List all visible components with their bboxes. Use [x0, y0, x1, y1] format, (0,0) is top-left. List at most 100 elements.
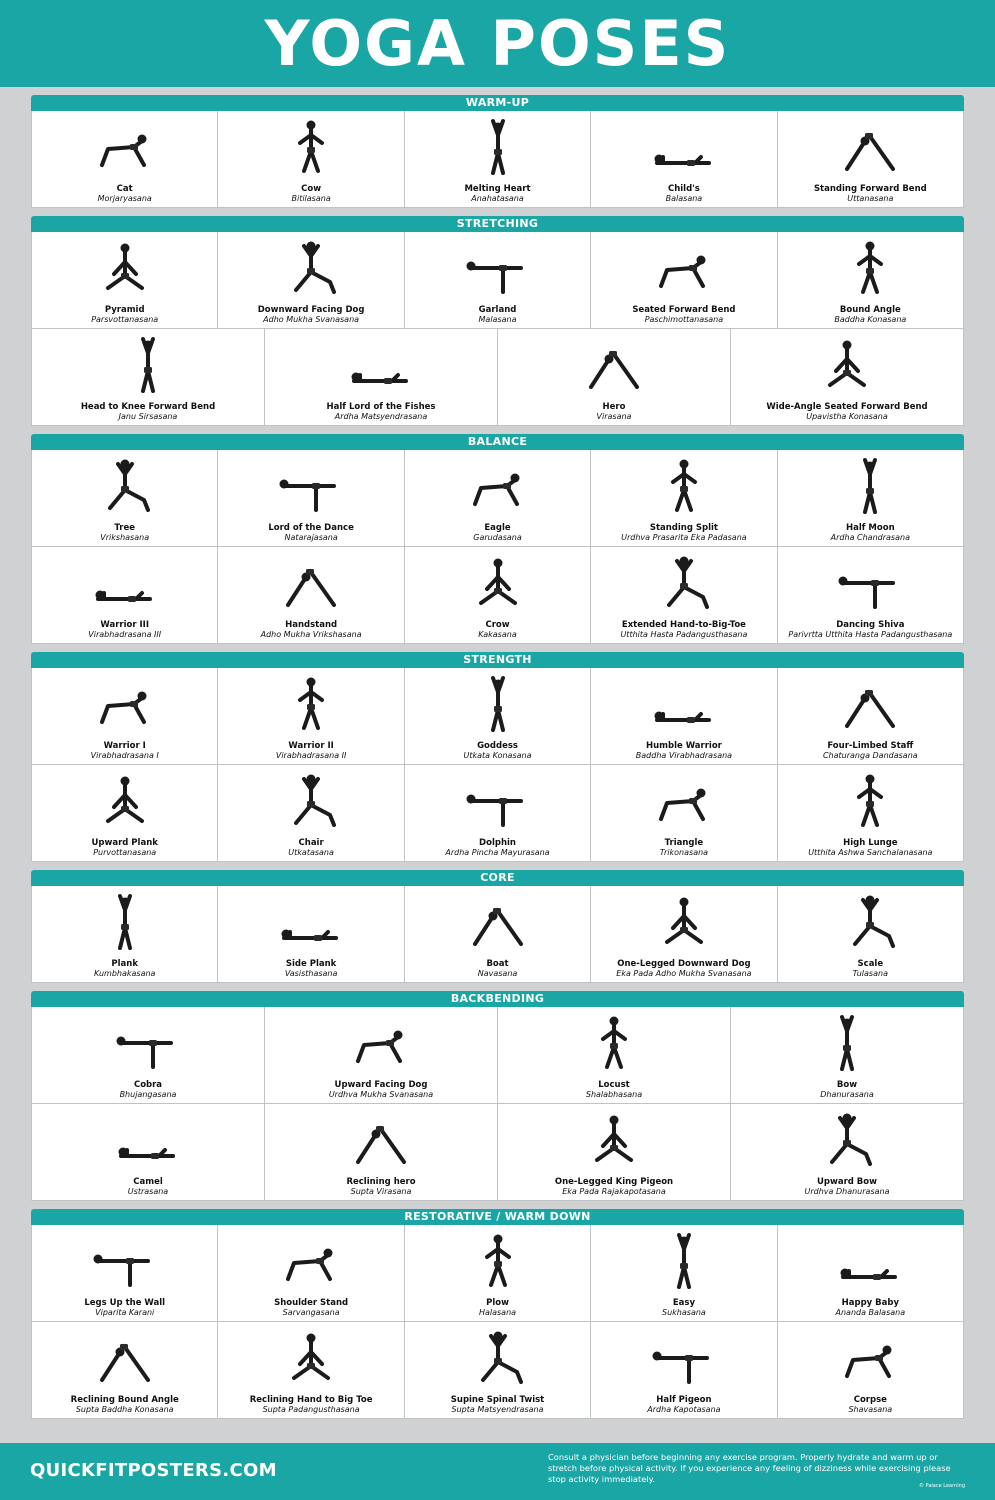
pose-name: Supine Spinal Twist [450, 1395, 545, 1405]
pose-card-side-plank: Side Plank Vasisthasana [218, 886, 405, 983]
poster-header: YOGA POSES [0, 0, 995, 87]
pose-card-crow: Crow Kakasana [404, 547, 592, 644]
pose-sanskrit-name: Ustrasana [127, 1187, 169, 1196]
pose-name: Humble Warrior [645, 741, 722, 751]
pose-illustration [141, 337, 155, 393]
pose-sanskrit-name: Adho Mukha Svanasana [263, 315, 360, 324]
poster-footer: QUICKFITPOSTERS.COM Consult a physician … [0, 1443, 995, 1500]
pose-sanskrit-name: Kakasana [478, 630, 517, 639]
pose-sanskrit-name: Ardha Matsyendrasana [334, 412, 428, 421]
pose-name: Upward Bow [817, 1177, 877, 1187]
pose-sanskrit-name: Viparita Karani [95, 1308, 155, 1317]
pose-sanskrit-name: Urdhva Prasarita Eka Padasana [621, 533, 747, 542]
pose-sanskrit-name: Upavistha Konasana [806, 412, 888, 421]
pose-sanskrit-name: Shavasana [848, 1405, 893, 1414]
pose-name: Plow [486, 1298, 509, 1308]
pose-name: Four-Limbed Staff [827, 741, 914, 751]
pose-card-half-pigeon: Half Pigeon Ardha Kapotasana [591, 1322, 778, 1419]
pose-name: Child's [667, 184, 700, 194]
pose-card-triangle: Triangle Trikonasana [591, 765, 778, 862]
pose-card-legs-up-the-wall: Legs Up the Wall Viparita Karani [32, 1225, 219, 1322]
pose-sanskrit-name: Vasisthasana [284, 969, 338, 978]
pose-card-child-s: Child's Balasana [591, 111, 778, 208]
pose-sanskrit-name: Ardha Chandrasana [830, 533, 910, 542]
pose-name: Half Moon [846, 523, 895, 533]
section-title: BACKBENDING [31, 991, 964, 1007]
pose-sanskrit-name: Janu Sirsasana [118, 412, 178, 421]
brand-name: QUICKFITPOSTERS.COM [30, 1460, 277, 1481]
section-warm-up: WARM-UP Cat Morjaryasana Cow Bitilasana Melti… [31, 95, 965, 208]
pose-illustration [676, 1233, 691, 1289]
pose-illustration [480, 1331, 523, 1384]
pose-sanskrit-name: Parivrtta Utthita Hasta Padangusthasana [788, 630, 953, 639]
pose-card-pyramid: Pyramid Parsvottanasana [32, 232, 219, 329]
pose-sanskrit-name: Supta Virasana [350, 1187, 412, 1196]
pose-name: Shoulder Stand [274, 1298, 349, 1308]
pose-card-hero: Hero Virasana [498, 329, 731, 426]
pose-sanskrit-name: Urdhva Dhanurasana [804, 1187, 890, 1196]
pose-name: Boat [486, 959, 509, 969]
pose-row: Camel Ustrasana Reclining hero Supta Virasa… [31, 1104, 964, 1201]
pose-name: Standing Split [649, 523, 718, 533]
pose-name: Happy Baby [841, 1298, 899, 1308]
pose-sanskrit-name: Utkata Konasana [463, 751, 532, 760]
pose-illustration [652, 1351, 709, 1384]
pose-name: Dancing Shiva [836, 620, 905, 630]
pose-illustration [863, 458, 878, 514]
pose-sanskrit-name: Anahatasana [471, 194, 524, 203]
pose-row: Tree Vrikshasana Lord of the Dance Nataraja… [31, 450, 965, 547]
pose-card-cobra: Cobra Bhujangasana [32, 1007, 265, 1104]
pose-name: Tree [114, 523, 135, 533]
pose-card-eagle: Eagle Garudasana [404, 450, 592, 547]
pose-illustration [830, 1113, 872, 1166]
pose-name: Seated Forward Bend [632, 305, 736, 315]
pose-sanskrit-name: Supta Baddha Konasana [75, 1405, 174, 1414]
pose-card-one-legged-downward-dog: One-Legged Downward Dog Eka Pada Adho Muk… [591, 886, 778, 983]
pose-sanskrit-name: Virabhadrasana III [88, 630, 162, 639]
pose-sanskrit-name: Adho Mukha Vrikshasana [260, 630, 362, 639]
pose-illustration [654, 154, 711, 166]
pose-sanskrit-name: Virabhadrasana II [275, 751, 347, 760]
pose-card-one-legged-king-pigeon: One-Legged King Pigeon Eka Pada Rajakapot… [498, 1104, 731, 1201]
pose-name: One-Legged Downward Dog [617, 959, 751, 969]
pose-name: Reclining Bound Angle [70, 1395, 179, 1405]
section-title: WARM-UP [31, 95, 964, 111]
pose-card-downward-facing-dog: Downward Facing Dog Adho Mukha Svanasana [218, 232, 405, 329]
pose-illustration [294, 774, 337, 827]
pose-sanskrit-name: Sukhasana [662, 1308, 706, 1317]
pose-card-standing-split: Standing Split Urdhva Prasarita Eka Padas… [591, 450, 778, 547]
pose-row: Reclining Bound Angle Supta Baddha Konasa… [31, 1322, 965, 1419]
pose-card-supine-spinal-twist: Supine Spinal Twist Supta Matsyendrasana [404, 1322, 592, 1419]
pose-card-melting-heart: Melting Heart Anahatasana [404, 111, 592, 208]
pose-name: Handstand [285, 620, 338, 630]
pose-illustration [838, 576, 896, 609]
pose-sanskrit-name: Kumbhakasana [93, 969, 156, 978]
pose-illustration [601, 1016, 627, 1069]
pose-illustration [658, 255, 706, 288]
pose-name: Garland [478, 305, 517, 315]
pose-illustration [95, 590, 152, 602]
pose-name: Crow [485, 620, 510, 630]
pose-card-tree: Tree Vrikshasana [32, 450, 219, 547]
pose-sanskrit-name: Balasana [665, 194, 703, 203]
pose-sanskrit-name: Supta Padangusthasana [262, 1405, 360, 1414]
pose-name: Legs Up the Wall [84, 1298, 166, 1308]
pose-row: Warrior I Virabhadrasana I Warrior II Virab… [31, 668, 965, 765]
pose-name: Wide-Angle Seated Forward Bend [766, 402, 928, 412]
pose-name: Chair [298, 838, 324, 848]
pose-card-warrior-iii: Warrior III Virabhadrasana III [32, 547, 219, 644]
pose-illustration [105, 776, 144, 823]
pose-name: Cow [301, 184, 322, 194]
pose-sanskrit-name: Virasana [596, 412, 632, 421]
pose-illustration [828, 340, 866, 387]
pose-card-upward-bow: Upward Bow Urdhva Dhanurasana [731, 1104, 964, 1201]
pose-name: Corpse [853, 1395, 887, 1405]
pose-illustration [286, 1248, 333, 1281]
pose-card-cow: Cow Bitilasana [218, 111, 405, 208]
pose-sanskrit-name: Dhanurasana [820, 1090, 874, 1099]
pose-card-dolphin: Dolphin Ardha Pincha Mayurasana [404, 765, 592, 862]
pose-row: Warrior III Virabhadrasana III Handstand Ad… [31, 547, 965, 644]
pose-card-goddess: Goddess Utkata Konasana [404, 668, 592, 765]
pose-card-bow: Bow Dhanurasana [731, 1007, 964, 1104]
pose-name: Melting Heart [464, 184, 531, 194]
